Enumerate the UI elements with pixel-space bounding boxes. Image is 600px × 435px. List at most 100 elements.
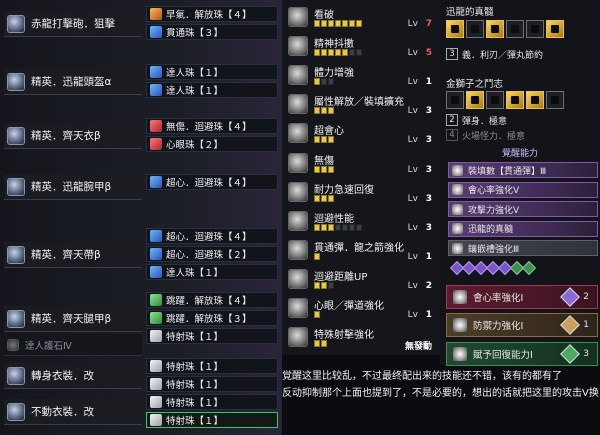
awaken-icon — [452, 184, 463, 195]
skill-level-pip — [314, 49, 320, 57]
equipment-name-row[interactable]: 精英．齊天腿甲β — [4, 306, 142, 332]
skill-level-bar — [314, 194, 334, 202]
skill-row[interactable]: 超會心 Lv 3 — [286, 120, 436, 147]
equipment-name-row[interactable]: 赤龍打擊砲．狙擊 — [4, 11, 142, 37]
decoration-label: 早氣．解放珠【４】 — [166, 10, 252, 21]
decoration-slot[interactable]: 達人珠【１】 — [146, 82, 278, 98]
decoration-slot[interactable]: 特射珠【１】 — [146, 328, 278, 344]
charm-row[interactable]: 達人護石Ⅳ — [4, 334, 142, 356]
rampage-skill-level: 3 — [583, 349, 589, 359]
mantle-name-row[interactable]: 轉身衣裝．改 — [4, 363, 142, 389]
decoration-gem-icon — [150, 120, 162, 132]
decoration-slot[interactable]: 貫通珠【３】 — [146, 24, 278, 40]
set-bonus-count: 2 — [446, 114, 458, 126]
skill-row[interactable]: 迴避性能 Lv 3 — [286, 208, 436, 235]
equipment-name: 精英．齊天帶β — [31, 249, 101, 261]
equipment-name-row[interactable]: 精英．齊天帶β — [4, 242, 142, 268]
skill-lv-label: Lv — [407, 164, 418, 175]
decoration-gem-icon — [150, 294, 162, 306]
skill-list: 看破 Lv 7 精神抖擻 Lv 5 體力增強 Lv 1 屬性解放／裝填擴充 Lv 3 超會心 Lv 3 無傷 L… — [282, 0, 440, 355]
skill-icon — [288, 94, 308, 115]
skill-name: 無傷 — [314, 155, 334, 167]
chest-slot-icon — [466, 91, 484, 109]
skill-level-bar — [314, 340, 327, 348]
awaken-item[interactable]: 裝填數【貫通彈】Ⅲ — [448, 162, 598, 178]
decoration-slot[interactable]: 超心．迴避珠【４】 — [146, 228, 278, 244]
rampage-gem-icon — [560, 315, 581, 335]
skill-level-value: 1 — [425, 251, 432, 262]
skill-row[interactable]: 心眼／彈道強化 Lv 1 — [286, 295, 436, 322]
decoration-slot[interactable]: 達人珠【１】 — [146, 64, 278, 80]
skill-row[interactable]: 貫通彈．龍之箭強化 Lv 1 — [286, 237, 436, 264]
decoration-slot[interactable]: 達人珠【１】 — [146, 264, 278, 280]
skill-name: 體力增強 — [314, 68, 354, 80]
skill-level-pip — [314, 78, 320, 86]
awaken-item[interactable]: 鑲嵌槽強化Ⅲ — [448, 240, 598, 256]
awaken-item[interactable]: 迅龍的真髓 — [448, 220, 598, 237]
rampage-skill-icon — [453, 290, 467, 304]
decoration-label: 達人珠【１】 — [166, 68, 224, 79]
rampage-gem-icon — [560, 344, 581, 364]
equipment-name-row[interactable]: 精英．齊天衣β — [4, 123, 142, 149]
skill-level-value: 3 — [425, 135, 432, 146]
skill-lv-label: Lv — [407, 193, 418, 204]
skill-row[interactable]: 體力增強 Lv 1 — [286, 62, 436, 89]
decoration-slot[interactable]: 心眼珠【２】 — [146, 136, 278, 152]
rampage-skill-label: 防禦力強化Ⅰ — [473, 321, 524, 332]
skill-level-value: 2 — [425, 280, 432, 291]
equipment-name-row[interactable]: 精英．迅龍腕甲β — [4, 174, 142, 200]
skill-row[interactable]: 特殊射擊強化 無發動 — [286, 324, 436, 352]
skill-icon — [288, 7, 308, 27]
awaken-item[interactable]: 會心率強化Ⅴ — [448, 181, 598, 198]
rampage-skill-level: 1 — [583, 320, 589, 330]
skill-level-bar — [314, 78, 334, 86]
skill-level-pip — [342, 223, 348, 231]
decoration-label: 心眼珠【２】 — [166, 140, 224, 151]
skill-level-pip — [328, 165, 334, 173]
decoration-slot[interactable]: 特射珠【１】 — [146, 412, 278, 428]
skill-name: 特殊射擊強化 — [314, 330, 374, 342]
rampage-skill-row[interactable]: 防禦力強化Ⅰ 1 — [446, 313, 598, 337]
skill-level-pip — [314, 107, 320, 115]
skill-level-pip — [321, 194, 327, 202]
skill-row[interactable]: 耐力急速回復 Lv 3 — [286, 179, 436, 206]
skill-level-pip — [321, 136, 327, 144]
skill-level-pip — [328, 223, 334, 231]
mantle-name-row[interactable]: 不動衣裝．改 — [4, 399, 142, 425]
skill-level-pip — [328, 107, 334, 115]
set-bonus-count: 3 — [446, 48, 458, 60]
skill-level-bar — [314, 107, 334, 115]
skill-level-pip — [342, 49, 348, 57]
decoration-slot[interactable]: 跳躍．解放珠【３】 — [146, 310, 278, 326]
skill-row[interactable]: 迴避距離UP Lv 2 — [286, 266, 436, 293]
skill-level-pip — [328, 20, 334, 27]
decoration-slot[interactable]: 跳躍．解放珠【４】 — [146, 292, 278, 308]
bonus-panel: 迅龍的真髓 3 義．利刃／彈丸節約 金獅子之鬥志 2 彈身．極意 4 火場怪力．極意 覺… — [440, 0, 600, 366]
decoration-slot[interactable]: 超心．迴避珠【４】 — [146, 174, 278, 190]
skill-row[interactable]: 屬性解放／裝填擴充 Lv 3 — [286, 91, 436, 118]
decoration-slot[interactable]: 特射珠【１】 — [146, 376, 278, 392]
skill-row[interactable]: 無傷 Lv 3 — [286, 150, 436, 177]
skill-name: 貫通彈．龍之箭強化 — [314, 242, 404, 254]
decoration-slot[interactable]: 特射珠【１】 — [146, 394, 278, 410]
rampage-skill-row[interactable]: 賦予回復能力Ⅰ 3 — [446, 342, 598, 366]
skill-level-pip — [314, 223, 320, 231]
armor-icon — [7, 245, 25, 264]
rampage-skill-row[interactable]: 會心率強化Ⅰ 2 — [446, 285, 598, 309]
skill-level-pip — [321, 223, 327, 231]
skill-row[interactable]: 看破 Lv 7 — [286, 4, 436, 31]
awaken-icon — [452, 242, 463, 254]
decoration-slot[interactable]: 特射珠【１】 — [146, 358, 278, 374]
slot-upgrade-gems — [449, 260, 537, 276]
awaken-item[interactable]: 攻擊力強化Ⅴ — [448, 201, 598, 217]
skill-row[interactable]: 精神抖擻 Lv 5 — [286, 33, 436, 60]
decoration-slot[interactable]: 超心．迴避珠【２】 — [146, 246, 278, 262]
skill-level-pip — [335, 20, 341, 27]
equipment-name-row[interactable]: 精英．迅龍頭盔α — [4, 69, 142, 95]
set-bonus-title-2: 金獅子之鬥志 — [446, 79, 504, 90]
skill-name: 看破 — [314, 10, 334, 21]
decoration-slot[interactable]: 早氣．解放珠【４】 — [146, 6, 278, 22]
decoration-slot[interactable]: 無傷．迴避珠【４】 — [146, 118, 278, 134]
decoration-gem-icon — [150, 176, 162, 188]
skill-icon — [288, 123, 308, 144]
